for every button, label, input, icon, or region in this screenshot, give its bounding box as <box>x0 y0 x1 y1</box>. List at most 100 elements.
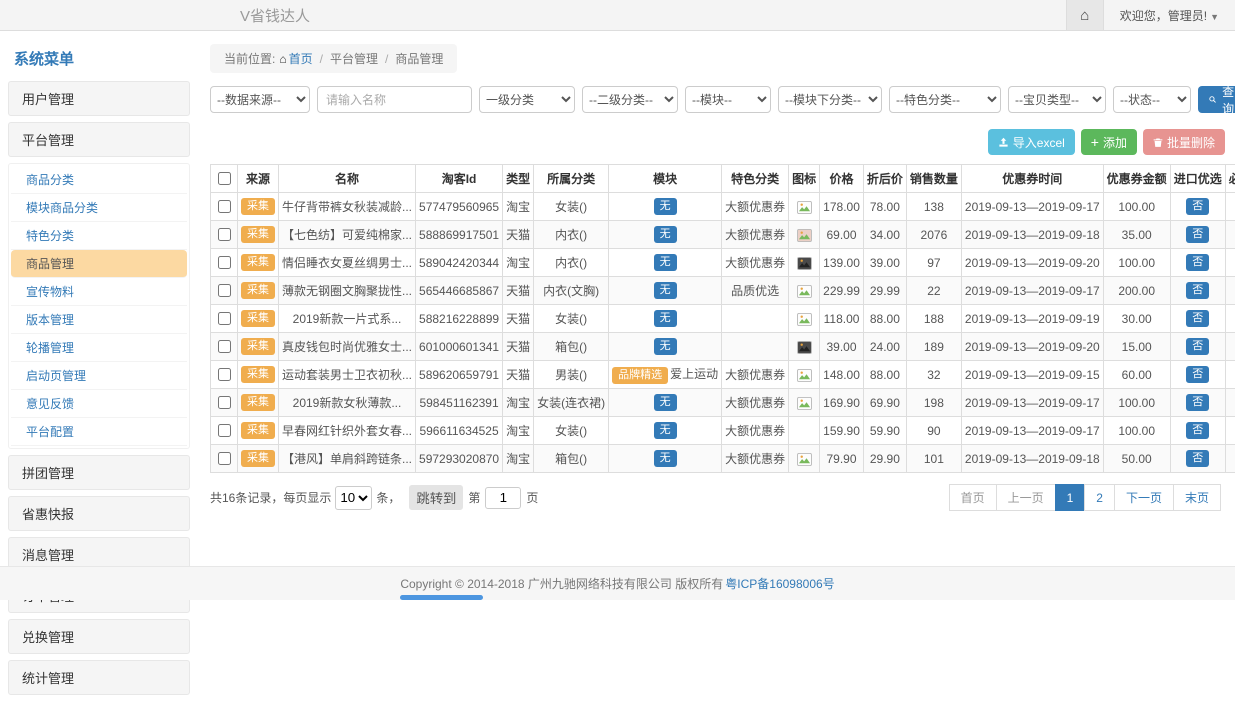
price: 139.00 <box>820 249 864 277</box>
filter-select[interactable]: --模块下分类-- <box>778 86 882 113</box>
batch-delete-button[interactable]: 批量删除 <box>1143 129 1225 155</box>
taoke-id: 601000601341 <box>416 333 503 361</box>
sidebar-subitem[interactable]: 轮播管理 <box>11 334 187 362</box>
source-badge: 采集 <box>241 422 275 439</box>
import-select-cell: 否 <box>1170 333 1225 361</box>
row-checkbox[interactable] <box>218 396 231 409</box>
product-name: 【七色纺】可爱纯棉家... <box>279 221 416 249</box>
sidebar-subitem-active[interactable]: 商品管理 <box>11 250 187 278</box>
sidebar-item[interactable]: 平台管理 <box>8 122 190 157</box>
filter-select[interactable]: --特色分类-- <box>889 86 1001 113</box>
icp-link[interactable]: 粤ICP备16098006号 <box>725 575 834 592</box>
import-excel-button[interactable]: 导入excel <box>988 129 1075 155</box>
import-select-toggle[interactable]: 否 <box>1186 338 1209 355</box>
breadcrumb: 当前位置:⌂首页/平台管理/商品管理 <box>210 44 457 73</box>
plus-icon: + <box>1091 137 1099 147</box>
pagination: 共16条记录，每页显示 10 条， 跳转到 第 页 首页上一页12下一页末页 <box>210 484 1225 511</box>
sidebar-subitem[interactable]: 模块商品分类 <box>11 194 187 222</box>
jump-page-input[interactable] <box>485 487 521 509</box>
filter-select[interactable]: --宝贝类型-- <box>1008 86 1106 113</box>
import-select-cell: 否 <box>1170 305 1225 333</box>
import-select-toggle[interactable]: 否 <box>1186 198 1209 215</box>
page-button-下一页[interactable]: 下一页 <box>1114 484 1174 511</box>
product-type: 天猫 <box>503 361 534 389</box>
jump-button[interactable]: 跳转到 <box>409 485 463 510</box>
page-button-上一页[interactable]: 上一页 <box>996 484 1056 511</box>
page-button-2[interactable]: 2 <box>1084 484 1115 511</box>
row-checkbox[interactable] <box>218 312 231 325</box>
sidebar-item[interactable]: 兑换管理 <box>8 619 190 654</box>
import-select-toggle[interactable]: 否 <box>1186 310 1209 327</box>
row-checkbox[interactable] <box>218 368 231 381</box>
home-button[interactable]: ⌂ <box>1066 0 1104 30</box>
sidebar-subitem[interactable]: 意见反馈 <box>11 390 187 418</box>
sidebar-menu: 用户管理平台管理商品分类模块商品分类特色分类商品管理宣传物料版本管理轮播管理启动… <box>8 81 190 695</box>
sidebar-subitem[interactable]: 特色分类 <box>11 222 187 250</box>
filter-fields: --数据来源-- 一级分类 --二级分类-- --模块-- --模块下分类-- --特色分… <box>210 86 1191 113</box>
sidebar-item[interactable]: 用户管理 <box>8 81 190 116</box>
sidebar-subitem[interactable]: 平台配置 <box>11 418 187 446</box>
must-buy-cell: 否 <box>1225 249 1235 277</box>
row-checkbox[interactable] <box>218 256 231 269</box>
per-page-select[interactable]: 10 <box>335 486 372 510</box>
search-button[interactable]: 查询 <box>1198 86 1235 113</box>
page-button-末页[interactable]: 末页 <box>1173 484 1221 511</box>
import-select-toggle[interactable]: 否 <box>1186 226 1209 243</box>
sidebar-subitem[interactable]: 版本管理 <box>11 306 187 334</box>
taoke-id: 588216228899 <box>416 305 503 333</box>
product-type: 淘宝 <box>503 417 534 445</box>
name-search-input[interactable] <box>317 86 472 113</box>
sidebar-item[interactable]: 统计管理 <box>8 660 190 695</box>
horizontal-scrollbar-thumb[interactable] <box>400 595 483 600</box>
batch-delete-label: 批量删除 <box>1167 134 1215 151</box>
row-select-cell <box>211 361 238 389</box>
filter-select[interactable]: 一级分类 <box>479 86 575 113</box>
import-select-cell: 否 <box>1170 249 1225 277</box>
price: 79.90 <box>820 445 864 473</box>
row-checkbox[interactable] <box>218 200 231 213</box>
row-select-cell <box>211 249 238 277</box>
import-select-toggle[interactable]: 否 <box>1186 366 1209 383</box>
filter-select[interactable]: --状态-- <box>1113 86 1191 113</box>
filter-select[interactable]: --模块-- <box>685 86 771 113</box>
row-checkbox[interactable] <box>218 284 231 297</box>
select-all-checkbox[interactable] <box>218 172 231 185</box>
row-checkbox[interactable] <box>218 424 231 437</box>
row-checkbox[interactable] <box>218 340 231 353</box>
product-category: 内衣() <box>534 249 609 277</box>
import-select-toggle[interactable]: 否 <box>1186 422 1209 439</box>
source-cell: 采集 <box>238 417 279 445</box>
discount-price: 88.00 <box>863 361 906 389</box>
module-none-badge: 无 <box>654 254 677 271</box>
sidebar-subitem[interactable]: 宣传物料 <box>11 278 187 306</box>
sidebar-subitem[interactable]: 商品分类 <box>11 166 187 194</box>
per-page-suffix: 条， <box>376 489 400 506</box>
row-select-cell <box>211 221 238 249</box>
filter-select[interactable]: --数据来源-- <box>210 86 310 113</box>
import-select-toggle[interactable]: 否 <box>1186 394 1209 411</box>
feature-category: 大额优惠券 <box>722 417 789 445</box>
sidebar-subitem[interactable]: 启动页管理 <box>11 362 187 390</box>
discount-price: 69.90 <box>863 389 906 417</box>
add-button[interactable]: + 添加 <box>1081 129 1137 155</box>
table-row: 采集早春网红针织外套女春...596611634525淘宝女装()无大额优惠券1… <box>211 417 1235 445</box>
import-select-toggle[interactable]: 否 <box>1186 450 1209 467</box>
coupon-time: 2019-09-13—2019-09-18 <box>961 221 1103 249</box>
import-select-toggle[interactable]: 否 <box>1186 282 1209 299</box>
page-button-1[interactable]: 1 <box>1055 484 1086 511</box>
table-row: 采集真皮钱包时尚优雅女士...601000601341天猫箱包()无39.002… <box>211 333 1235 361</box>
feature-category: 大额优惠券 <box>722 445 789 473</box>
page-button-首页[interactable]: 首页 <box>949 484 997 511</box>
filter-select[interactable]: --二级分类-- <box>582 86 678 113</box>
search-icon <box>1209 94 1216 105</box>
product-type: 天猫 <box>503 305 534 333</box>
sidebar-item[interactable]: 省惠快报 <box>8 496 190 531</box>
sidebar-item[interactable]: 拼团管理 <box>8 455 190 490</box>
row-checkbox[interactable] <box>218 452 231 465</box>
breadcrumb-home-link[interactable]: 首页 <box>289 52 313 66</box>
import-select-toggle[interactable]: 否 <box>1186 254 1209 271</box>
source-badge: 采集 <box>241 198 275 215</box>
user-menu[interactable]: 欢迎您，管理员!▼ <box>1104 7 1235 24</box>
row-checkbox[interactable] <box>218 228 231 241</box>
table-row: 采集牛仔背带裤女秋装减龄...577479560965淘宝女装()无大额优惠券1… <box>211 193 1235 221</box>
